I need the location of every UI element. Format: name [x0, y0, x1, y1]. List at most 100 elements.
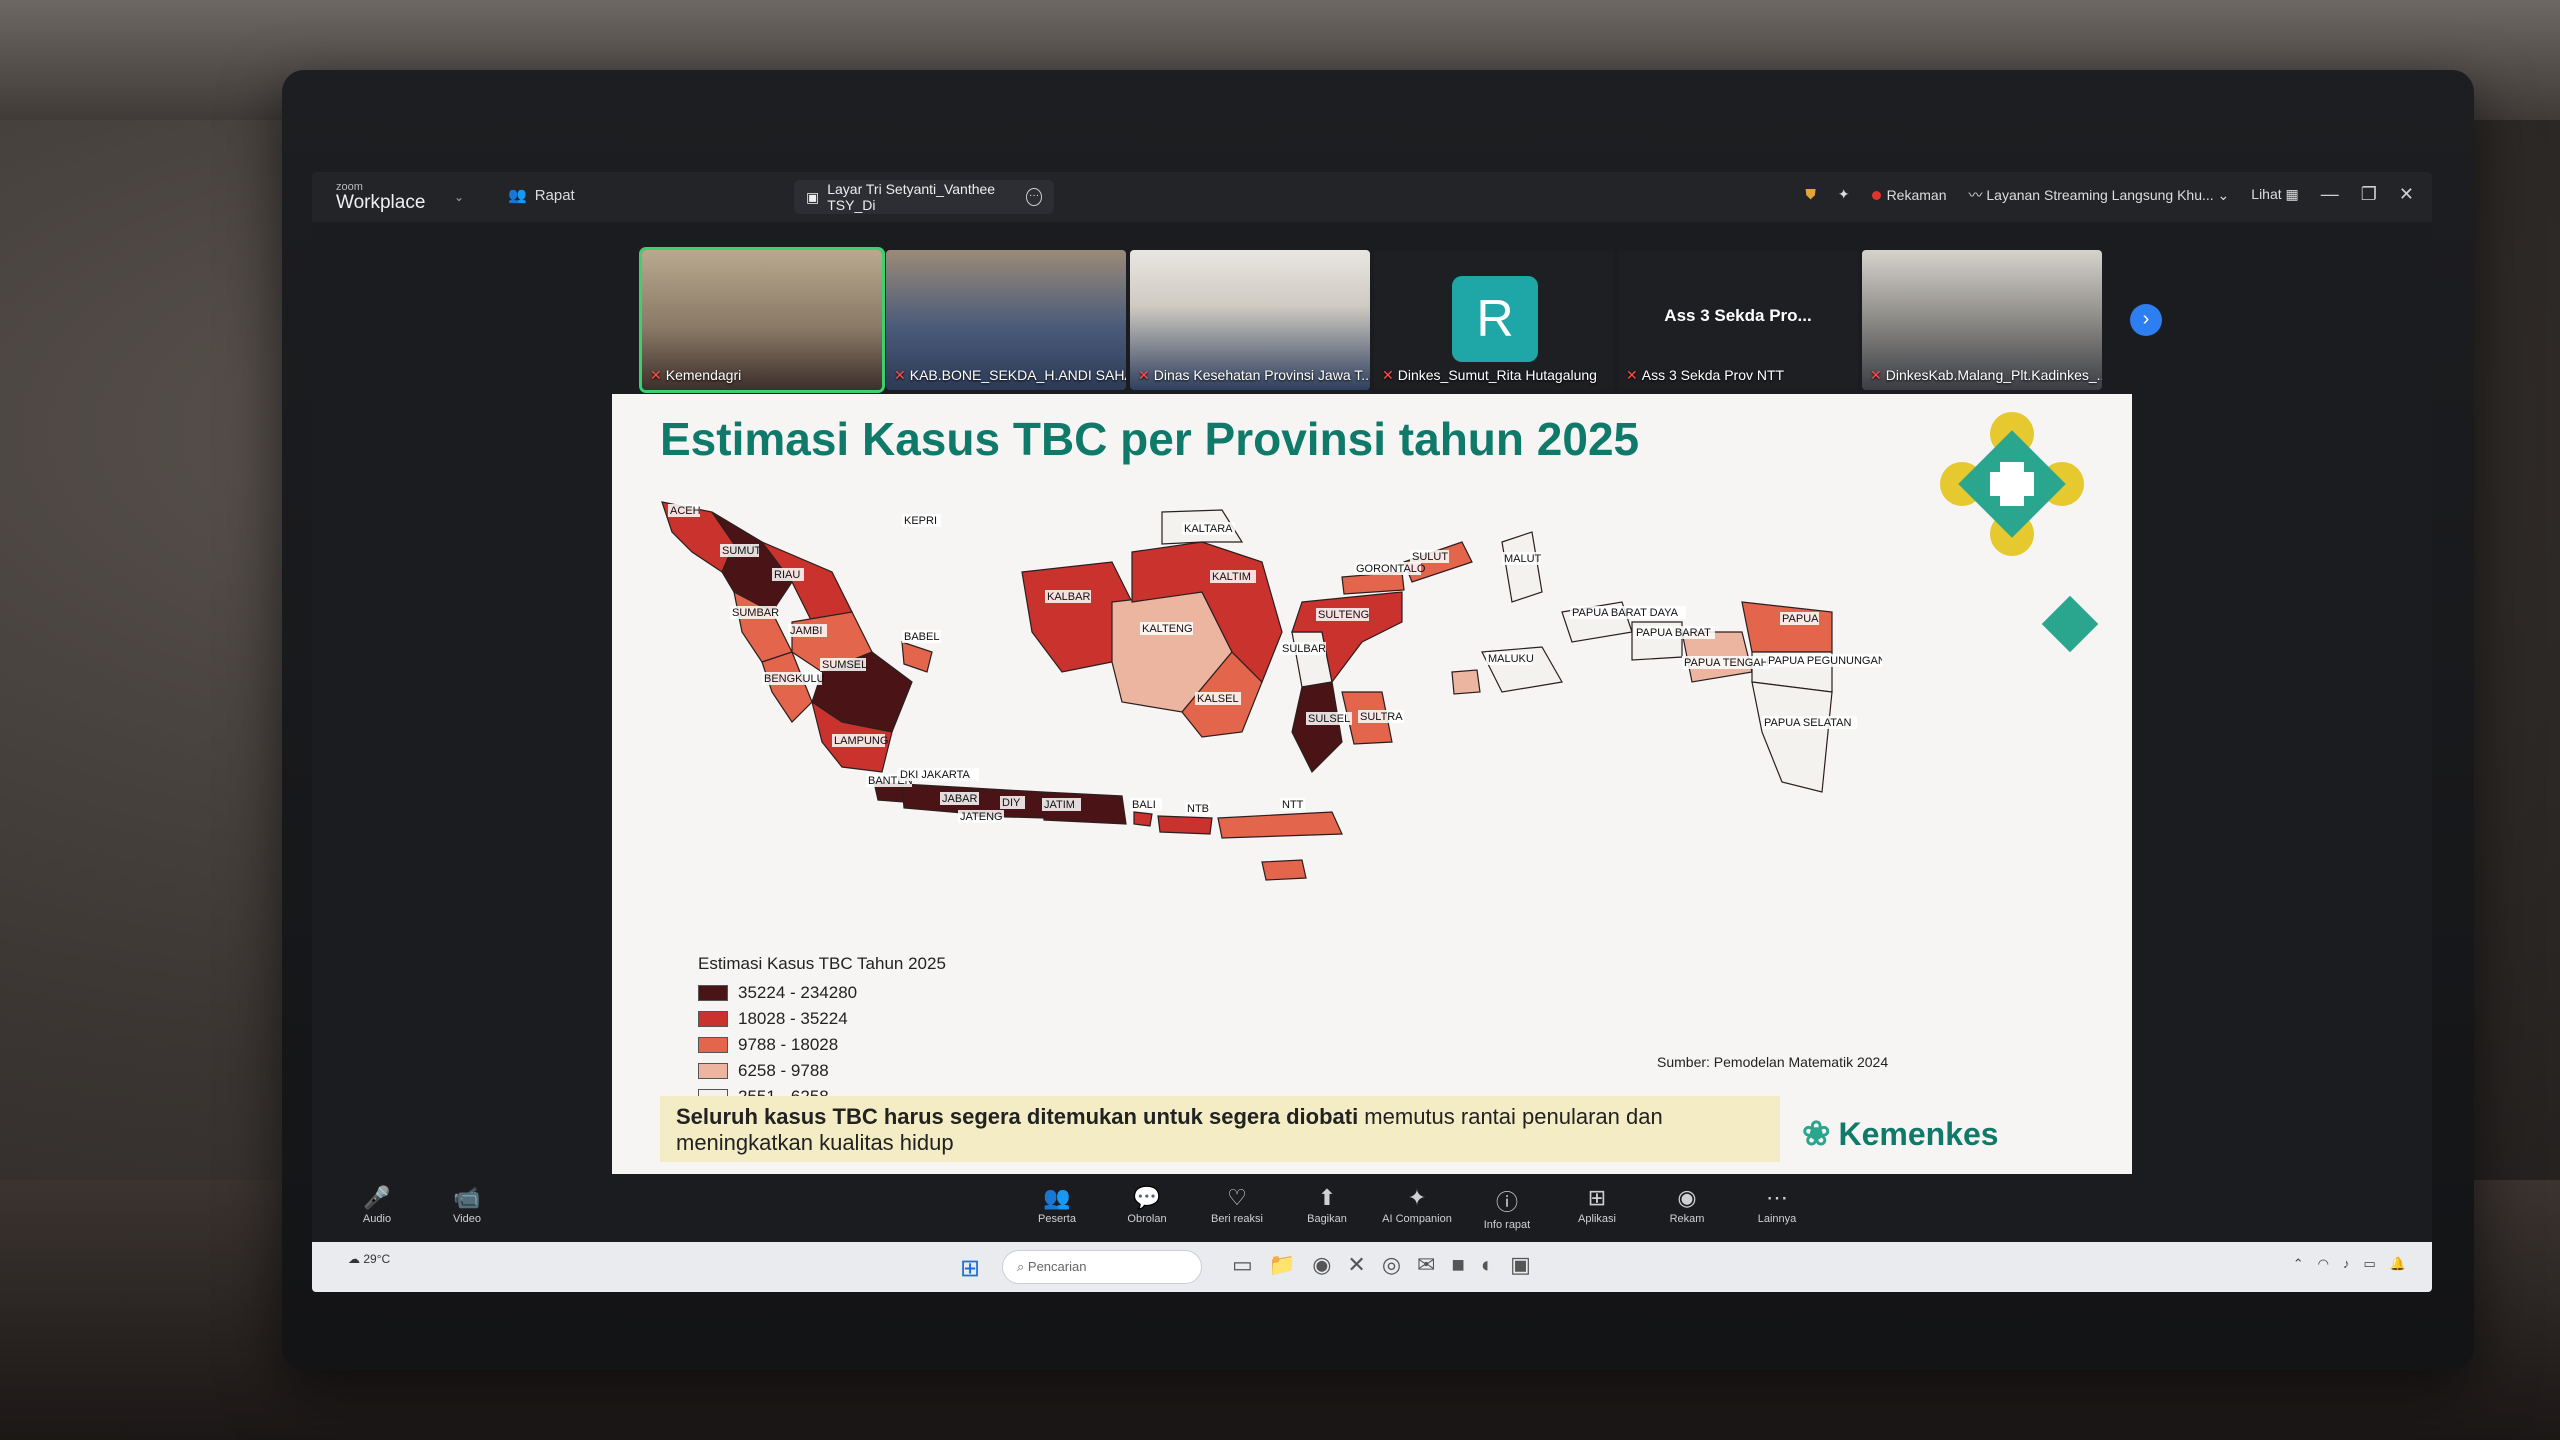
streaming-dropdown[interactable]: 〰 Layanan Streaming Langsung Khu... ⌄	[1968, 185, 2229, 205]
map-province-label: BALI	[1132, 799, 1156, 811]
battery-icon[interactable]: ▭	[2364, 1256, 2376, 1272]
participant-tile[interactable]: ✕ DinkesKab.Malang_Plt.Kadinkes_...	[1862, 250, 2102, 390]
share-button[interactable]: ⬆ Bagikan	[1282, 1185, 1372, 1225]
more-options-icon[interactable]: ···	[1026, 188, 1042, 206]
close-icon[interactable]: ✕	[2399, 184, 2414, 205]
control-label: Info rapat	[1483, 1219, 1531, 1231]
participant-tile[interactable]: ✕ KAB.BONE_SEKDA_H.ANDI SAHA...	[886, 250, 1126, 390]
record-dot-icon	[1871, 190, 1881, 200]
minimize-icon[interactable]: —	[2321, 184, 2339, 205]
streaming-label: Layanan Streaming Langsung Khu...	[1986, 186, 2214, 203]
control-label: Beri reaksi	[1211, 1213, 1263, 1225]
legend-item: 18028 - 35224	[698, 1006, 946, 1032]
chevron-down-icon[interactable]: ⌄	[454, 190, 464, 204]
map-province-label: RIAU	[774, 569, 800, 581]
react-icon: ♡	[1227, 1185, 1247, 1210]
next-participants-arrow-icon[interactable]: ›	[2130, 304, 2162, 336]
map-province-label: JATIM	[1044, 799, 1075, 811]
meeting-button-label: Rapat	[534, 187, 575, 204]
audio-button[interactable]: 🎤 Audio	[332, 1185, 422, 1225]
video-button[interactable]: 📹 Video	[422, 1185, 512, 1225]
task-view-icon[interactable]: ▭	[1232, 1252, 1253, 1278]
map-province-label: SUMSEL	[822, 659, 867, 671]
chat-icon: 💬	[1133, 1185, 1161, 1210]
apps-icon: ⊞	[1587, 1185, 1607, 1210]
recording-indicator[interactable]: Rekaman	[1871, 186, 1947, 203]
map-province-label: SULBAR	[1282, 643, 1326, 655]
restore-icon[interactable]: ❐	[2361, 184, 2377, 205]
map-province-label: LAMPUNG	[834, 735, 888, 747]
zoom-title-bar: zoom Workplace ⌄ 👥 Rapat ▣ Layar Tri Sety…	[312, 172, 2432, 222]
search-placeholder: Pencarian	[1027, 1259, 1087, 1274]
kemenkes-logo: ❀ Kemenkes	[1802, 1114, 1999, 1154]
app-icon[interactable]: ✕	[1347, 1252, 1365, 1278]
ai-companion-button[interactable]: ✦ AI Companion	[1372, 1185, 1462, 1225]
participant-name: ✕ DinkesKab.Malang_Plt.Kadinkes_...	[1870, 367, 2102, 383]
mic-muted-icon: ✕	[1870, 367, 1882, 383]
record-button[interactable]: ◉ Rekam	[1642, 1185, 1732, 1225]
screen-share-tab[interactable]: ▣ Layar Tri Setyanti_Vanthee TSY_Di ···	[794, 180, 1054, 214]
mic-muted-icon: ✕	[894, 367, 906, 383]
legend-label: 18028 - 35224	[738, 1009, 848, 1028]
volume-icon[interactable]: ♪	[2343, 1256, 2350, 1272]
apps-button[interactable]: ⊞ Aplikasi	[1552, 1185, 1642, 1225]
weather-widget[interactable]: ☁ 29°C	[348, 1252, 390, 1266]
app-icon[interactable]: ■	[1451, 1252, 1464, 1278]
wifi-icon[interactable]: ◠	[2318, 1256, 2329, 1272]
screen-share-icon: ▣	[806, 188, 820, 205]
map-province-label: SULSEL	[1308, 713, 1350, 725]
control-label: Lainnya	[1757, 1213, 1797, 1225]
map-province-label: PAPUA BARAT	[1636, 627, 1711, 639]
sparkle-icon[interactable]: ✦	[1838, 186, 1850, 203]
chrome-icon[interactable]: ◎	[1382, 1252, 1401, 1278]
mic-muted-icon: ✕	[1626, 367, 1638, 383]
view-button[interactable]: Lihat ▦	[2251, 186, 2298, 203]
participant-tile[interactable]: ✕ Dinas Kesehatan Provinsi Jawa T...	[1130, 250, 1370, 390]
map-province-label: JABAR	[942, 793, 978, 805]
recording-label: Rekaman	[1886, 186, 1947, 203]
map-papua	[1741, 601, 1833, 653]
map-province-label: SULUT	[1412, 551, 1448, 563]
search-icon: ⌕	[1017, 1259, 1028, 1274]
participant-name: ✕ Dinkes_Sumut_Rita Hutagalung	[1382, 367, 1597, 383]
zoom-app-icon[interactable]: ▣	[1510, 1252, 1531, 1278]
map-ntb	[1157, 815, 1213, 835]
taskbar-search[interactable]: ⌕ Pencarian	[1002, 1250, 1202, 1284]
shield-icon[interactable]: ⛊	[1805, 186, 1816, 203]
participant-tile[interactable]: ✕ Kemendagri	[639, 247, 885, 393]
meeting-button[interactable]: 👥 Rapat	[508, 186, 575, 204]
map-province-label: DIY	[1002, 797, 1021, 809]
kemenkes-leaf-icon: ❀	[1802, 1115, 1831, 1153]
map-province-label: SUMUT	[722, 545, 761, 557]
indonesia-map: ACEH SUMUT RIAU SUMBAR JAMBI SUMSEL BENGKULU LA…	[661, 501, 1882, 881]
map-province-label: PAPUA PEGUNUNGAN	[1768, 655, 1882, 667]
chat-button[interactable]: 💬 Obrolan	[1102, 1185, 1192, 1225]
source-note: Sumber: Pemodelan Matematik 2024	[1657, 1054, 1889, 1070]
more-button[interactable]: ⋯ Lainnya	[1732, 1185, 1822, 1225]
control-label: Audio	[362, 1213, 392, 1225]
edge-icon[interactable]: ◐	[1481, 1252, 1494, 1278]
map-province-label: MALUT	[1504, 553, 1542, 565]
windows-start-icon[interactable]: ⊞	[960, 1254, 980, 1283]
file-explorer-icon[interactable]: 📁	[1269, 1252, 1296, 1278]
browser-icon[interactable]: ◉	[1312, 1252, 1331, 1278]
participants-icon: 👥	[1043, 1185, 1071, 1210]
map-papua-selatan	[1751, 681, 1833, 793]
slide-title: Estimasi Kasus TBC per Provinsi tahun 20…	[660, 413, 1640, 465]
control-label: Bagikan	[1307, 1213, 1347, 1225]
outlook-icon[interactable]: ✉	[1417, 1252, 1435, 1278]
meeting-info-button[interactable]: ⓘ Info rapat	[1462, 1185, 1552, 1231]
legend-item: 6258 - 9788	[698, 1058, 946, 1084]
react-button[interactable]: ♡ Beri reaksi	[1192, 1185, 1282, 1225]
notification-icon[interactable]: 🔔	[2390, 1256, 2406, 1272]
participant-tile[interactable]: R ✕ Dinkes_Sumut_Rita Hutagalung	[1374, 250, 1614, 390]
taskbar-apps: ▭ 📁 ◉ ✕ ◎ ✉ ■ ◐ ▣	[1232, 1252, 1531, 1278]
participant-tile[interactable]: Ass 3 Sekda Pro... ✕ Ass 3 Sekda Prov NTT	[1618, 250, 1858, 390]
weather-icon: ☁	[348, 1252, 364, 1266]
participant-name: ✕ Ass 3 Sekda Prov NTT	[1626, 367, 1785, 383]
participants-button[interactable]: 👥 Peserta	[1012, 1185, 1102, 1225]
tray-chevron-icon[interactable]: ⌃	[2293, 1256, 2304, 1272]
brand-workplace: Workplace	[336, 192, 426, 213]
weather-temp: 29°C	[363, 1252, 391, 1266]
map-province-label: JATENG	[960, 811, 1003, 823]
